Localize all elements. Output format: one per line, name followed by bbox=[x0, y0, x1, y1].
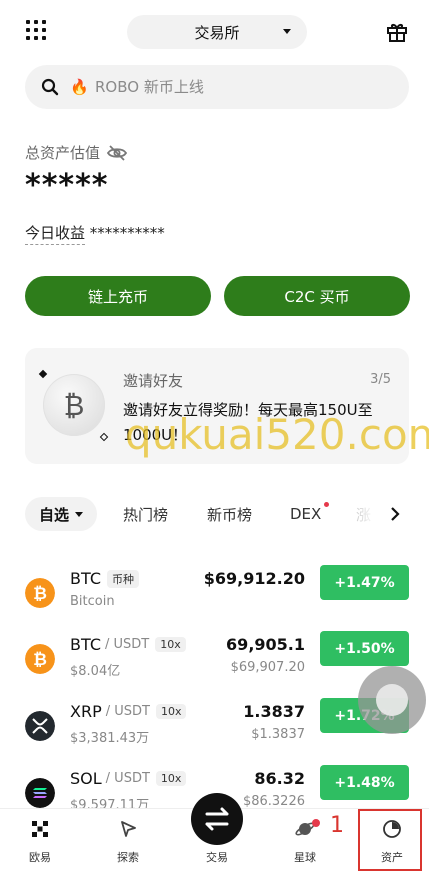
change-badge[interactable]: +1.50% bbox=[320, 631, 409, 666]
change-badge[interactable]: +1.47% bbox=[320, 565, 409, 600]
market-row[interactable]: ₿ BTC 币种 Bitcoin $69,912.20 +1.47% bbox=[0, 565, 429, 633]
banner-page-indicator: 3/5 bbox=[370, 372, 391, 387]
bitcoin-icon: ₿ bbox=[25, 644, 55, 674]
market-price: 1.3837 bbox=[243, 702, 305, 721]
market-price: 69,905.1 bbox=[226, 635, 305, 654]
symbol-text: SOL bbox=[70, 769, 102, 788]
bitcoin-icon: ₿ bbox=[25, 578, 55, 608]
trade-center-button[interactable] bbox=[191, 793, 243, 845]
annotation-number: 1 bbox=[330, 813, 344, 838]
chevron-right-icon[interactable] bbox=[389, 507, 401, 521]
tabs-fade bbox=[347, 497, 377, 531]
sparkle-icon bbox=[38, 369, 48, 379]
market-price-usd: $86.3226 bbox=[242, 794, 305, 809]
exchange-mode-label: 交易所 bbox=[194, 23, 240, 42]
c2c-buy-label: C2C 买币 bbox=[284, 287, 350, 306]
top-bar: 交易所 bbox=[0, 0, 429, 64]
quote-text: / USDT bbox=[104, 637, 150, 652]
annotation-highlight-box bbox=[358, 809, 422, 871]
quote-text: / USDT bbox=[105, 704, 150, 719]
today-pnl-value: ********** bbox=[89, 224, 165, 242]
market-price-usd: $1.3837 bbox=[251, 727, 305, 742]
market-symbol: XRP / USDT 10x bbox=[70, 702, 187, 721]
caret-down-icon bbox=[75, 511, 84, 517]
total-assets-label-text: 总资产估值 bbox=[25, 144, 101, 162]
caret-down-icon bbox=[283, 29, 291, 34]
quote-text: / USDT bbox=[105, 771, 150, 786]
invite-banner[interactable]: ₿ 邀请好友 3/5 邀请好友立得奖励！每天最高150U至1000U！ bbox=[25, 348, 409, 464]
market-subtitle: Bitcoin bbox=[70, 594, 115, 609]
bottom-nav: 欧易 探索 交易 星球 1 资产 bbox=[0, 793, 429, 872]
exchange-mode-select[interactable]: 交易所 bbox=[127, 15, 307, 49]
leverage-tag: 10x bbox=[155, 637, 186, 652]
search-bar[interactable]: 🔥 ROBO 新币上线 bbox=[25, 65, 409, 109]
xrp-icon bbox=[25, 711, 55, 741]
tab-new-label: 新币榜 bbox=[207, 505, 253, 524]
search-icon bbox=[41, 78, 59, 96]
fire-icon: 🔥 bbox=[70, 78, 89, 96]
notification-dot bbox=[324, 502, 329, 507]
svg-text:₿: ₿ bbox=[33, 584, 47, 604]
floating-button-core bbox=[376, 684, 408, 716]
today-pnl-label[interactable]: 今日收益 bbox=[25, 224, 86, 245]
apps-grid-icon[interactable] bbox=[26, 20, 48, 42]
today-pnl: 今日收益 ********** bbox=[25, 222, 165, 245]
tab-dex[interactable]: DEX bbox=[290, 497, 321, 531]
gift-icon[interactable] bbox=[386, 21, 408, 43]
tab-favorites-label: 自选 bbox=[39, 505, 70, 524]
tab-new[interactable]: 新币榜 bbox=[207, 497, 252, 531]
nav-label: 交易 bbox=[206, 851, 228, 864]
market-volume: $8.04亿 bbox=[70, 664, 121, 679]
leverage-tag: 10x bbox=[155, 704, 187, 719]
tab-hot-label: 热门榜 bbox=[123, 505, 169, 524]
market-price: 86.32 bbox=[254, 769, 305, 788]
nav-label: 星球 bbox=[294, 851, 316, 864]
change-badge[interactable]: +1.48% bbox=[320, 765, 409, 800]
market-price: $69,912.20 bbox=[203, 569, 305, 588]
symbol-text: BTC bbox=[70, 569, 101, 588]
market-volume: $3,381.43万 bbox=[70, 731, 150, 746]
eye-hidden-icon[interactable] bbox=[107, 144, 128, 161]
market-price-usd: $69,907.20 bbox=[230, 660, 305, 675]
tab-hot[interactable]: 热门榜 bbox=[123, 497, 168, 531]
notification-dot bbox=[312, 819, 320, 827]
total-assets-value: ***** bbox=[25, 168, 109, 203]
c2c-buy-button[interactable]: C2C 买币 bbox=[224, 276, 410, 316]
onchain-deposit-label: 链上充币 bbox=[87, 287, 148, 306]
floating-assistive-button[interactable] bbox=[358, 666, 426, 734]
symbol-text: XRP bbox=[70, 702, 102, 721]
solana-icon bbox=[25, 778, 55, 808]
banner-title: 邀请好友 bbox=[123, 372, 184, 390]
tab-favorites[interactable]: 自选 bbox=[25, 497, 98, 531]
search-placeholder: ROBO 新币上线 bbox=[95, 78, 204, 96]
banner-text: 邀请好友立得奖励！每天最高150U至1000U！ bbox=[123, 401, 373, 444]
total-assets-label: 总资产估值 bbox=[25, 142, 128, 163]
swap-arrows-icon bbox=[205, 807, 229, 831]
onchain-deposit-button[interactable]: 链上充币 bbox=[25, 276, 211, 316]
market-symbol: BTC / USDT 10x bbox=[70, 635, 186, 654]
market-tag: 币种 bbox=[106, 569, 139, 588]
tab-dex-label: DEX bbox=[290, 505, 322, 523]
market-symbol: SOL / USDT 10x bbox=[70, 769, 187, 788]
market-symbol: BTC 币种 bbox=[70, 569, 139, 588]
svg-text:₿: ₿ bbox=[33, 650, 47, 670]
nav-label: 欧易 bbox=[29, 851, 51, 864]
sparkle-outline-icon bbox=[99, 432, 109, 442]
leverage-tag: 10x bbox=[155, 771, 187, 786]
okx-logo-icon bbox=[32, 821, 48, 837]
nav-item-explore[interactable]: 探索 bbox=[88, 809, 168, 872]
market-tabs: 自选 热门榜 新币榜 DEX 涨 bbox=[25, 497, 429, 531]
nav-item-okx[interactable]: 欧易 bbox=[0, 809, 80, 872]
compass-icon bbox=[121, 821, 136, 837]
symbol-text: BTC bbox=[70, 635, 101, 654]
nav-label: 探索 bbox=[117, 851, 139, 864]
bitcoin-badge-icon: ₿ bbox=[43, 374, 105, 436]
